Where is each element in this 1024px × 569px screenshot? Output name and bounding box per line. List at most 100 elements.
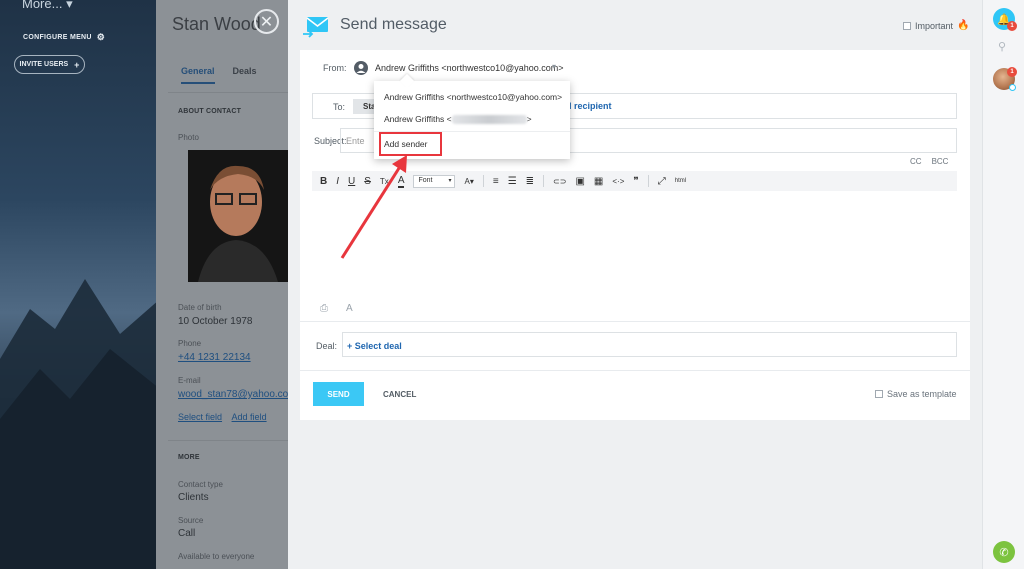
table-button[interactable]: ▦ xyxy=(594,176,603,187)
invite-users-label: INVITE USERS xyxy=(19,61,69,68)
select-field-link[interactable]: Select field xyxy=(178,412,222,422)
field-actions: Select field Add field xyxy=(178,412,267,422)
source-label: Source xyxy=(178,516,204,525)
sender-option-prefix: Andrew Griffiths < xyxy=(384,114,452,124)
font-color-button[interactable]: A xyxy=(397,175,405,188)
link-button[interactable]: ⊂⊃ xyxy=(553,177,566,186)
deal-label: Deal: xyxy=(316,341,338,351)
email-label: E-mail xyxy=(178,376,201,385)
phone-button[interactable]: ✆ xyxy=(993,541,1015,563)
save-template-label: Save as template xyxy=(887,389,957,399)
fullscreen-button[interactable]: ⤢ xyxy=(658,176,666,187)
gear-icon: ⚙ xyxy=(96,32,106,42)
toolbar-separator xyxy=(482,175,484,187)
close-slider-button[interactable]: ✕ xyxy=(254,9,279,34)
save-template-checkbox[interactable] xyxy=(875,390,883,398)
notifications-button[interactable]: 🔔 1 xyxy=(993,8,1017,31)
contact-name: Stan Wood xyxy=(172,14,261,34)
configure-menu-label: CONFIGURE MENU xyxy=(23,34,92,41)
important-label: Important xyxy=(915,20,954,31)
important-toggle[interactable]: Important 🔥 xyxy=(903,20,969,31)
strikethrough-button[interactable]: S xyxy=(364,176,371,187)
notification-badge: 1 xyxy=(1007,21,1017,31)
clear-format-button[interactable]: Tx xyxy=(380,177,389,186)
cc-bcc: CC BCC xyxy=(910,157,948,166)
contact-type-value: Clients xyxy=(178,492,209,503)
chevron-down-icon: ▾ xyxy=(448,177,452,184)
toolbar-separator xyxy=(647,175,649,187)
add-recipient-link[interactable]: d recipient xyxy=(566,101,612,111)
code-button[interactable]: <·> xyxy=(612,177,624,186)
contact-tabs: General Deals xyxy=(181,66,257,84)
email-link[interactable]: wood_stan78@yahoo.com xyxy=(178,389,288,400)
cancel-button[interactable]: CANCEL xyxy=(383,390,416,399)
blurred-email xyxy=(451,115,527,125)
contact-photo[interactable] xyxy=(188,150,288,282)
phone-icon: ✆ xyxy=(999,546,1009,559)
html-button[interactable]: html xyxy=(675,178,686,184)
plus-icon: + xyxy=(74,59,80,70)
more-header: MORE xyxy=(178,454,200,461)
bcc-link[interactable]: BCC xyxy=(932,157,949,166)
chevron-down-icon[interactable]: ▾ xyxy=(552,62,556,71)
sender-option[interactable]: Andrew Griffiths <northwestco10@yahoo.co… xyxy=(384,92,562,102)
sender-option[interactable]: Andrew Griffiths < > xyxy=(384,114,532,125)
configure-menu-button[interactable]: CONFIGURE MENU ⚙ xyxy=(23,32,105,43)
sender-option-suffix: > xyxy=(526,114,532,124)
image-button[interactable]: ▣ xyxy=(575,176,584,187)
ordered-list-button[interactable]: ≡ xyxy=(493,176,499,187)
select-deal-link[interactable]: + Select deal xyxy=(342,332,957,357)
to-label: To: xyxy=(333,102,346,112)
user-avatar-icon xyxy=(354,61,368,75)
right-toolbar: 🔔 1 ⚲ 1 ✆ xyxy=(982,0,1024,569)
attach-icon[interactable]: ⎙ xyxy=(320,303,328,314)
left-sidebar: More... ▾ CONFIGURE MENU ⚙ INVITE USERS … xyxy=(0,0,160,569)
contact-photo-image xyxy=(188,150,288,282)
quote-button[interactable]: ❞ xyxy=(633,176,638,187)
underline-button[interactable]: U xyxy=(348,176,355,187)
cc-link[interactable]: CC xyxy=(910,157,922,166)
divider xyxy=(300,370,970,371)
font-format-icon[interactable]: A xyxy=(346,303,353,314)
about-contact-header: ABOUT CONTACT xyxy=(178,108,242,115)
highlight-box xyxy=(379,132,442,156)
phone-link[interactable]: +44 1231 22134 xyxy=(178,352,251,363)
font-select[interactable]: Font ▾ xyxy=(413,174,456,188)
divider xyxy=(300,321,970,322)
online-status-icon xyxy=(1009,84,1016,91)
tab-deals[interactable]: Deals xyxy=(233,66,257,84)
modal-title: Send message xyxy=(340,16,447,33)
message-body-editor[interactable] xyxy=(312,192,957,297)
contact-type-label: Contact type xyxy=(178,480,223,489)
bullet-list-button[interactable]: ☰ xyxy=(508,176,517,187)
more-menu[interactable]: More... ▾ xyxy=(22,0,73,12)
send-button[interactable]: SEND xyxy=(313,382,364,406)
close-icon: ✕ xyxy=(259,13,274,31)
dob-label: Date of birth xyxy=(178,303,222,312)
source-value: Call xyxy=(178,528,196,539)
invite-users-button[interactable]: INVITE USERS + xyxy=(14,55,85,74)
envelope-icon xyxy=(303,16,329,43)
editor-toolbar: B I U S Tx A Font ▾ A▾ ≡ ☰ ≣ ⊂⊃ ▣ ▦ <·> ❞… xyxy=(312,171,957,191)
from-sender-select[interactable]: Andrew Griffiths <northwestco10@yahoo.co… xyxy=(375,63,564,73)
chat-avatar[interactable]: 1 xyxy=(993,67,1017,91)
bold-button[interactable]: B xyxy=(320,176,327,187)
phone-label: Phone xyxy=(178,339,202,348)
toolbar-separator xyxy=(543,175,545,187)
search-icon[interactable]: ⚲ xyxy=(998,40,1006,53)
add-field-link[interactable]: Add field xyxy=(232,412,267,422)
available-label: Available to everyone xyxy=(178,552,255,561)
important-checkbox[interactable] xyxy=(903,21,911,30)
contact-panel: Stan Wood General Deals ABOUT CONTACT Ph… xyxy=(156,0,288,569)
divider xyxy=(168,440,288,441)
font-size-button[interactable]: A▾ xyxy=(464,177,473,186)
italic-button[interactable]: I xyxy=(336,176,339,187)
chat-badge: 1 xyxy=(1007,67,1017,77)
editor-bottom-icons: ⎙ A xyxy=(320,303,353,314)
align-button[interactable]: ≣ xyxy=(526,176,534,187)
save-as-template-toggle[interactable]: Save as template xyxy=(875,389,957,399)
tab-general[interactable]: General xyxy=(181,66,215,84)
divider xyxy=(168,92,288,93)
mountain-background xyxy=(0,279,160,569)
fire-icon: 🔥 xyxy=(957,20,970,31)
